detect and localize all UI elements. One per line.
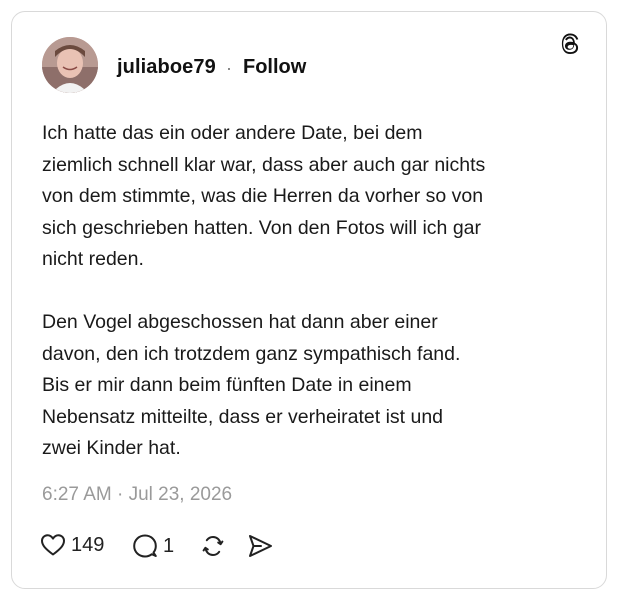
follow-button[interactable]: Follow <box>243 56 306 79</box>
like-count: 149 <box>71 533 105 556</box>
like-button[interactable]: 149 <box>40 533 104 557</box>
reply-count: 1 <box>163 534 175 557</box>
avatar-image <box>42 37 98 93</box>
threads-icon[interactable] <box>556 31 584 59</box>
heart-icon <box>40 533 66 557</box>
username[interactable]: juliaboe79 <box>117 56 216 79</box>
post-body: Ich hatte das ein oder andere Date, bei … <box>42 122 486 459</box>
repost-button[interactable] <box>200 533 226 559</box>
share-button[interactable] <box>246 533 274 559</box>
reply-button[interactable]: 1 <box>132 533 174 559</box>
repost-icon <box>200 533 226 559</box>
separator-dot: · <box>226 58 232 78</box>
avatar[interactable] <box>42 37 98 93</box>
reply-bubble-icon <box>132 533 158 559</box>
post-timestamp[interactable]: 6:27 AM · Jul 23, 2026 <box>42 484 232 506</box>
share-send-icon <box>246 533 274 559</box>
